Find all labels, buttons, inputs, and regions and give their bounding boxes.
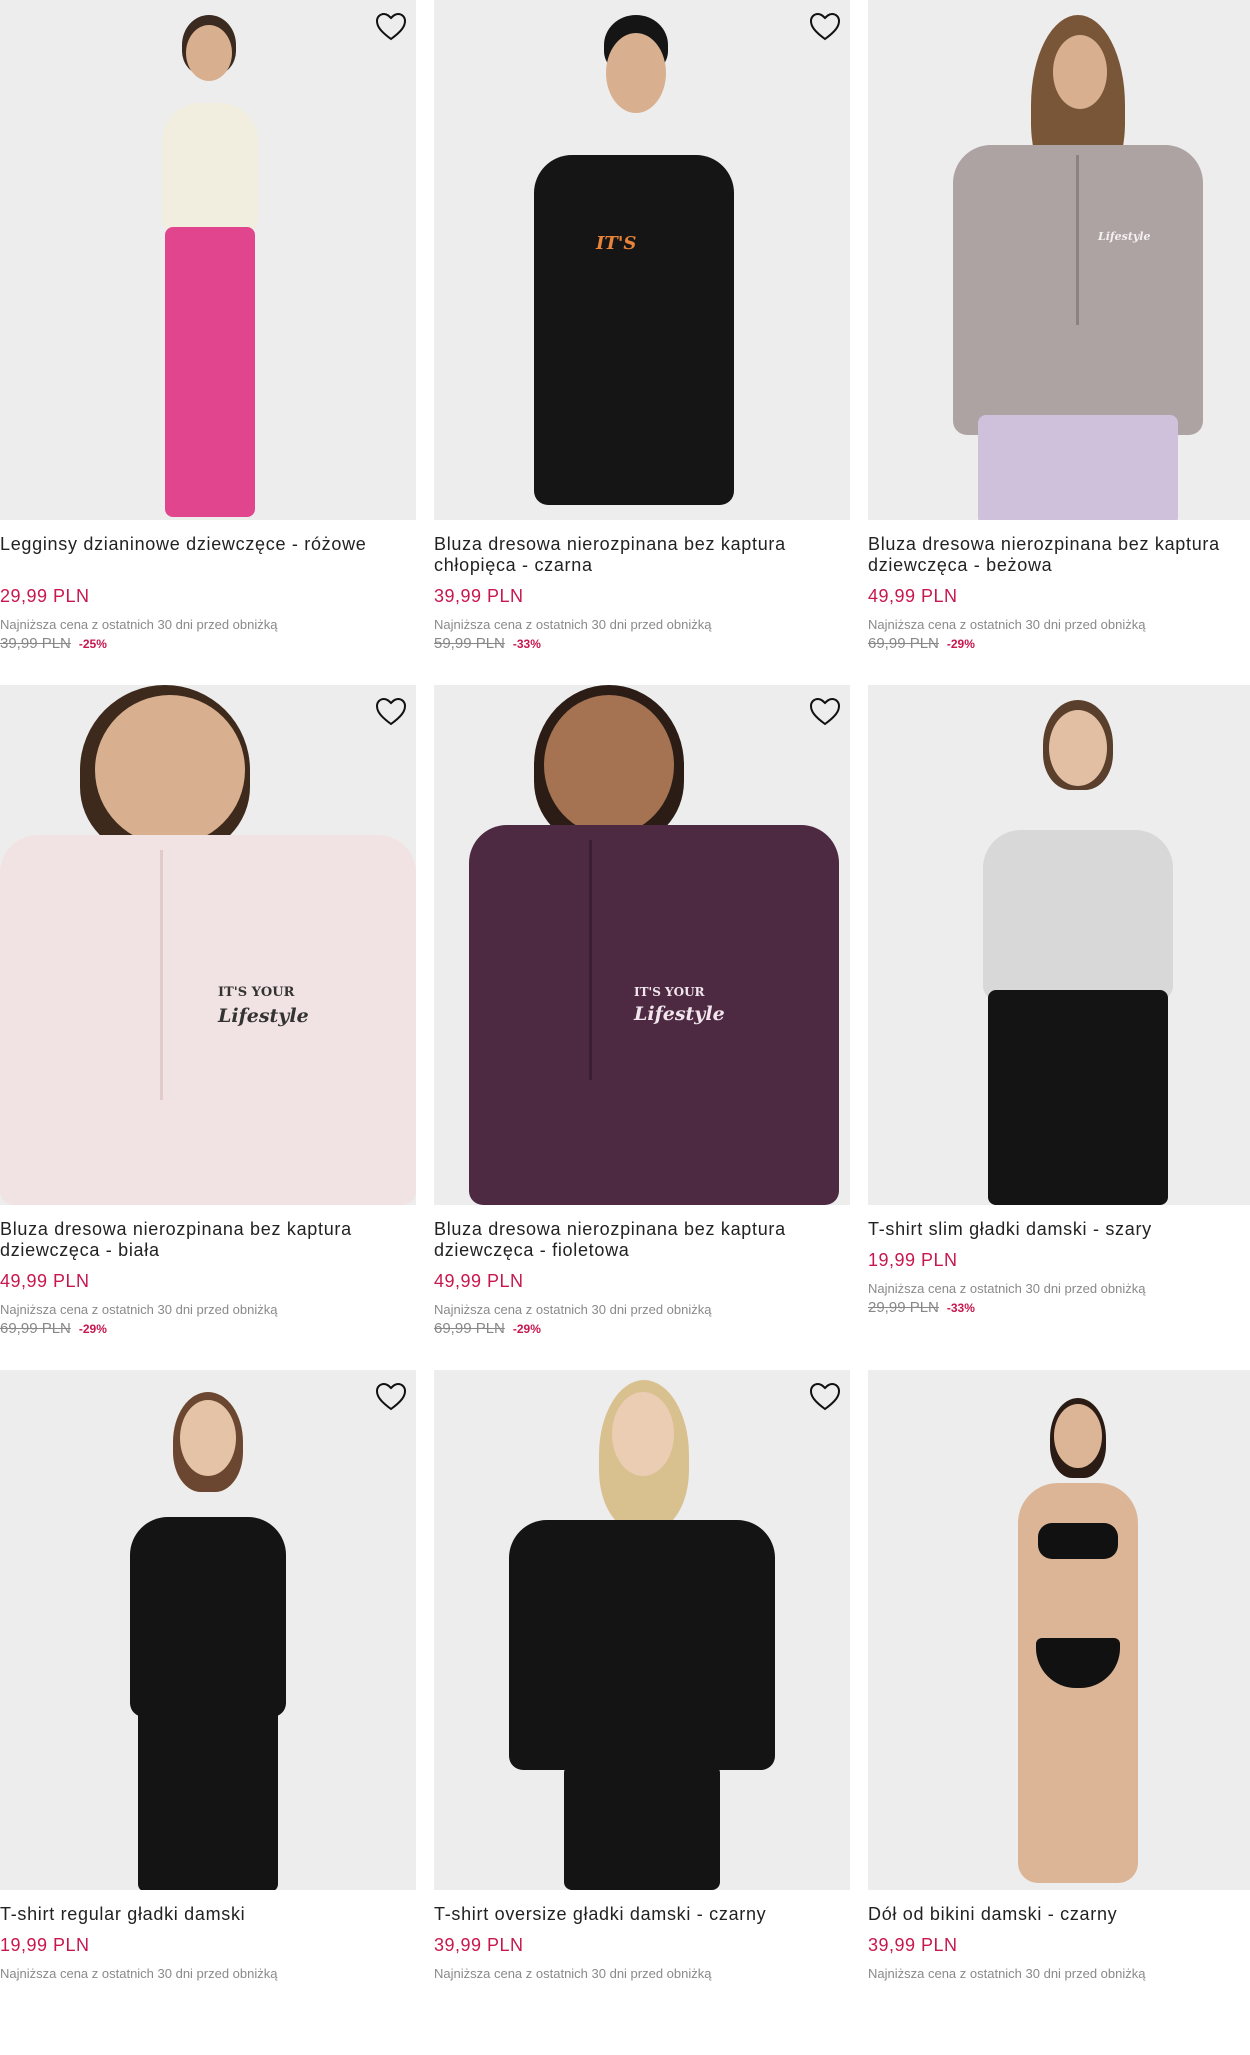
lowest-price-note: Najniższa cena z ostatnich 30 dni przed … (0, 1302, 278, 1317)
product-card[interactable]: T-shirt oversize gładki damski - czarny … (434, 1370, 850, 2055)
product-card[interactable]: IT'S YOUR Lifestyle Bluza dresowa nieroz… (0, 685, 416, 1370)
old-price: 29,99 PLN (868, 1299, 939, 1316)
lowest-price-note: Najniższa cena z ostatnich 30 dni przed … (0, 617, 278, 632)
product-price: 49,99 PLN (868, 586, 958, 606)
product-image[interactable]: IT'S YOUR Lifestyle (0, 685, 416, 1205)
old-price: 39,99 PLN (0, 635, 71, 652)
discount-badge: -33% (946, 1301, 975, 1315)
sweatshirt-print: Lifestyle (218, 1005, 309, 1027)
lowest-price-note: Najniższa cena z ostatnich 30 dni przed … (434, 1302, 712, 1317)
product-card[interactable]: Lifestyle Bluza dresowa nierozpinana bez… (868, 0, 1250, 685)
sweatshirt-print: Lifestyle (634, 1003, 725, 1025)
product-image[interactable]: IT'S YOUR Lifestyle (434, 685, 850, 1205)
old-price: 69,99 PLN (0, 1320, 71, 1337)
old-price-row: 39,99 PLN -25% (0, 635, 416, 652)
old-price: 59,99 PLN (434, 635, 505, 652)
product-name[interactable]: Bluza dresowa nierozpinana bez kaptura c… (434, 534, 834, 576)
heart-outline-icon[interactable] (808, 1380, 842, 1414)
discount-badge: -29% (946, 637, 975, 651)
old-price-row: 29,99 PLN -33% (868, 1299, 1250, 1316)
heart-outline-icon[interactable] (808, 695, 842, 729)
product-price: 19,99 PLN (0, 1935, 90, 1955)
old-price-row: 59,99 PLN -33% (434, 635, 850, 652)
product-grid: Leggins­y dzianinowe dziewczęce - różowe… (0, 0, 1250, 2055)
product-image[interactable] (0, 1370, 416, 1890)
product-price: 49,99 PLN (434, 1271, 524, 1291)
product-price: 39,99 PLN (868, 1935, 958, 1955)
model-figure: Lifestyle (953, 15, 1203, 520)
heart-outline-icon[interactable] (808, 10, 842, 44)
product-name[interactable]: Bluza dresowa nierozpinana bez kaptura d… (434, 1219, 834, 1261)
lowest-price-note: Najniższa cena z ostatnich 30 dni przed … (868, 617, 1146, 632)
discount-badge: -29% (78, 1322, 107, 1336)
product-image[interactable]: Lifestyle (868, 0, 1250, 520)
product-price: 19,99 PLN (868, 1250, 958, 1270)
product-image[interactable]: IT'S (434, 0, 850, 520)
product-card[interactable]: IT'S YOUR Lifestyle Bluza dresowa nieroz… (434, 685, 850, 1370)
lowest-price-note: Najniższa cena z ostatnich 30 dni przed … (434, 1966, 712, 1981)
product-name[interactable]: Leggins­y dzianinowe dziewczęce - różowe (0, 534, 400, 576)
old-price: 69,99 PLN (434, 1320, 505, 1337)
product-name[interactable]: Dół od bikini damski - czarny (868, 1904, 1250, 1925)
discount-badge: -29% (512, 1322, 541, 1336)
product-card[interactable]: IT'S Bluza dresowa nierozpinana bez kapt… (434, 0, 850, 685)
product-name[interactable]: T-shirt slim gładki damski - szary (868, 1219, 1250, 1240)
sweatshirt-print-top: IT'S YOUR (634, 985, 705, 999)
model-figure (509, 1380, 775, 1890)
product-image[interactable] (0, 0, 416, 520)
product-image[interactable] (434, 1370, 850, 1890)
heart-outline-icon[interactable] (374, 1380, 408, 1414)
old-price-row: 69,99 PLN -29% (868, 635, 1250, 652)
heart-outline-icon[interactable] (374, 695, 408, 729)
discount-badge: -25% (78, 637, 107, 651)
product-card[interactable]: Leggins­y dzianinowe dziewczęce - różowe… (0, 0, 416, 685)
product-price: 29,99 PLN (0, 586, 90, 606)
lowest-price-note: Najniższa cena z ostatnich 30 dni przed … (868, 1966, 1146, 1981)
model-figure (140, 15, 280, 520)
product-card[interactable]: T-shirt regular gładki damski 19,99 PLN … (0, 1370, 416, 2055)
product-image[interactable] (868, 1370, 1250, 1890)
lowest-price-note: Najniższa cena z ostatnich 30 dni przed … (0, 1966, 278, 1981)
model-figure (1008, 1388, 1148, 1888)
product-price: 39,99 PLN (434, 1935, 524, 1955)
model-figure: IT'S YOUR Lifestyle (0, 685, 416, 1205)
lowest-price-note: Najniższa cena z ostatnich 30 dni przed … (434, 617, 712, 632)
sweatshirt-print: IT'S (596, 233, 637, 254)
product-card[interactable]: Dół od bikini damski - czarny 39,99 PLN … (868, 1370, 1250, 2055)
old-price: 69,99 PLN (868, 635, 939, 652)
sweatshirt-print-top: IT'S YOUR (218, 985, 295, 1000)
discount-badge: -33% (512, 637, 541, 651)
heart-outline-icon[interactable] (374, 10, 408, 44)
old-price-row: 69,99 PLN -29% (0, 1320, 416, 1337)
model-figure: IT'S (534, 15, 734, 520)
model-figure (973, 700, 1183, 1205)
sweatshirt-print: Lifestyle (1098, 230, 1151, 243)
product-name[interactable]: Bluza dresowa nierozpinana bez kaptura d… (0, 1219, 400, 1261)
product-name[interactable]: T-shirt oversize gładki damski - czarny (434, 1904, 834, 1925)
lowest-price-note: Najniższa cena z ostatnich 30 dni przed … (868, 1281, 1146, 1296)
product-name[interactable]: Bluza dresowa nierozpinana bez kaptura d… (868, 534, 1250, 576)
model-figure (118, 1392, 298, 1890)
product-price: 49,99 PLN (0, 1271, 90, 1291)
model-figure: IT'S YOUR Lifestyle (434, 685, 850, 1205)
product-name[interactable]: T-shirt regular gładki damski (0, 1904, 400, 1925)
product-price: 39,99 PLN (434, 586, 524, 606)
product-image[interactable] (868, 685, 1250, 1205)
old-price-row: 69,99 PLN -29% (434, 1320, 850, 1337)
product-card[interactable]: T-shirt slim gładki damski - szary 19,99… (868, 685, 1250, 1370)
